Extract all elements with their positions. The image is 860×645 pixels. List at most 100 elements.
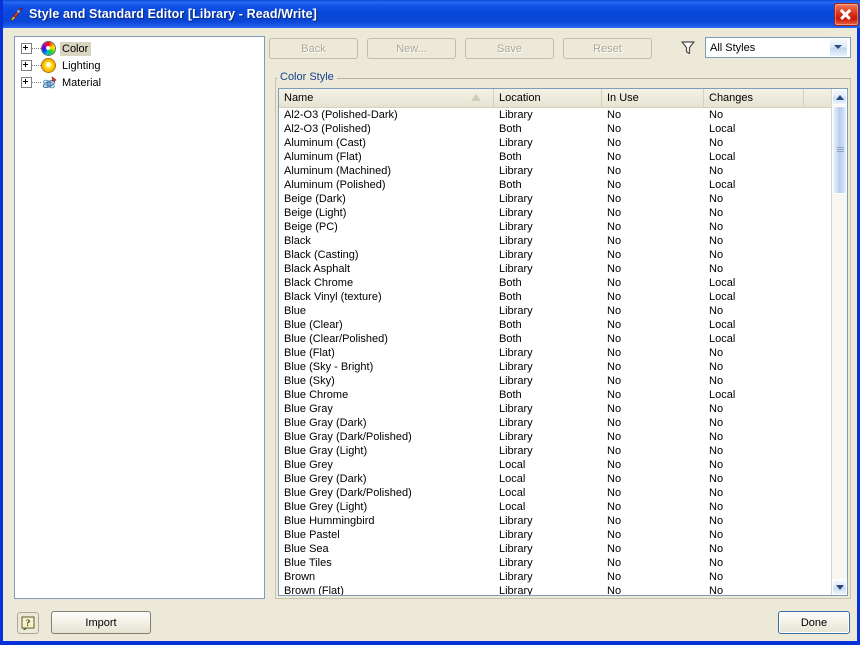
style-filter-dropdown[interactable]: All Styles xyxy=(705,37,851,58)
cell-in-use: No xyxy=(607,375,622,387)
cell-changes: No xyxy=(709,571,724,583)
back-button[interactable]: Back xyxy=(269,38,358,59)
close-icon[interactable] xyxy=(834,3,859,26)
style-type-tree[interactable]: Color Lighting Material xyxy=(14,36,265,599)
expander-plus-icon[interactable] xyxy=(21,77,32,88)
table-row[interactable]: Aluminum (Cast) Library No No xyxy=(279,136,832,150)
column-header-in-use[interactable]: In Use xyxy=(602,89,704,107)
cell-location: Library xyxy=(499,207,533,219)
table-row[interactable]: Al2-O3 (Polished-Dark) Library No No xyxy=(279,108,832,122)
table-row[interactable]: Black Chrome Both No Local xyxy=(279,276,832,290)
cell-changes: Local xyxy=(709,123,736,135)
cell-style-name: Blue (Flat) xyxy=(284,347,335,359)
tree-item-material[interactable]: Material xyxy=(15,74,264,91)
table-row[interactable]: Beige (Light) Library No No xyxy=(279,206,832,220)
table-row[interactable]: Beige (PC) Library No No xyxy=(279,220,832,234)
cell-in-use: No xyxy=(607,417,622,429)
table-row[interactable]: Blue Gray (Light) Library No No xyxy=(279,444,832,458)
cell-style-name: Blue (Clear/Polished) xyxy=(284,333,388,345)
table-row[interactable]: Blue (Flat) Library No No xyxy=(279,346,832,360)
table-row[interactable]: Blue Grey (Dark) Local No No xyxy=(279,472,832,486)
table-row[interactable]: Aluminum (Polished) Both No Local xyxy=(279,178,832,192)
cell-style-name: Blue Grey (Dark) xyxy=(284,473,367,485)
reset-button[interactable]: Reset xyxy=(563,38,652,59)
table-row[interactable]: Blue Tiles Library No No xyxy=(279,556,832,570)
table-row[interactable]: Blue Pastel Library No No xyxy=(279,528,832,542)
table-row[interactable]: Blue Grey (Dark/Polished) Local No No xyxy=(279,486,832,500)
cell-changes: No xyxy=(709,361,724,373)
tree-item-color[interactable]: Color xyxy=(15,40,264,57)
cell-style-name: Aluminum (Polished) xyxy=(284,179,386,191)
cell-style-name: Beige (Dark) xyxy=(284,193,346,205)
table-row[interactable]: Black Library No No xyxy=(279,234,832,248)
table-row[interactable]: Black Vinyl (texture) Both No Local xyxy=(279,290,832,304)
table-row[interactable]: Blue Hummingbird Library No No xyxy=(279,514,832,528)
table-row[interactable]: Blue Grey Local No No xyxy=(279,458,832,472)
cell-in-use: No xyxy=(607,585,622,596)
tree-item-lighting[interactable]: Lighting xyxy=(15,57,264,74)
cell-changes: No xyxy=(709,207,724,219)
table-row[interactable]: Blue (Clear) Both No Local xyxy=(279,318,832,332)
cell-changes: No xyxy=(709,137,724,149)
cell-location: Library xyxy=(499,263,533,275)
cell-in-use: No xyxy=(607,445,622,457)
help-button[interactable]: ? xyxy=(17,612,39,634)
table-row[interactable]: Aluminum (Flat) Both No Local xyxy=(279,150,832,164)
color-style-list[interactable]: Name Location In Use Changes Al2-O3 (Pol… xyxy=(278,88,848,596)
list-vertical-scrollbar[interactable] xyxy=(831,89,847,595)
save-button[interactable]: Save xyxy=(465,38,554,59)
cell-in-use: No xyxy=(607,333,622,345)
column-header-changes[interactable]: Changes xyxy=(704,89,804,107)
cell-in-use: No xyxy=(607,529,622,541)
table-row[interactable]: Black (Casting) Library No No xyxy=(279,248,832,262)
scroll-down-icon[interactable] xyxy=(832,579,847,595)
title-bar: Style and Standard Editor [Library - Rea… xyxy=(3,0,860,28)
table-row[interactable]: Blue Gray (Dark) Library No No xyxy=(279,416,832,430)
cell-location: Library xyxy=(499,235,533,247)
table-row[interactable]: Blue Grey (Light) Local No No xyxy=(279,500,832,514)
cell-changes: No xyxy=(709,109,724,121)
cell-changes: No xyxy=(709,305,724,317)
cell-changes: No xyxy=(709,417,724,429)
scroll-up-icon[interactable] xyxy=(832,89,847,105)
table-row[interactable]: Brown (Flat) Library No No xyxy=(279,584,832,596)
cell-changes: Local xyxy=(709,151,736,163)
table-row[interactable]: Blue (Sky) Library No No xyxy=(279,374,832,388)
cell-style-name: Aluminum (Machined) xyxy=(284,165,391,177)
table-row[interactable]: Blue Gray (Dark/Polished) Library No No xyxy=(279,430,832,444)
table-row[interactable]: Al2-O3 (Polished) Both No Local xyxy=(279,122,832,136)
column-header-name[interactable]: Name xyxy=(279,89,494,107)
cell-changes: No xyxy=(709,193,724,205)
tree-item-label: Material xyxy=(62,76,102,89)
table-row[interactable]: Blue Library No No xyxy=(279,304,832,318)
chevron-down-icon[interactable] xyxy=(829,38,848,57)
list-rows-viewport[interactable]: Al2-O3 (Polished-Dark) Library No No Al2-O3 … xyxy=(279,108,832,596)
new-button[interactable]: New... xyxy=(367,38,456,59)
svg-text:?: ? xyxy=(26,618,31,628)
table-row[interactable]: Blue (Sky - Bright) Library No No xyxy=(279,360,832,374)
table-row[interactable]: Blue Chrome Both No Local xyxy=(279,388,832,402)
cell-changes: Local xyxy=(709,389,736,401)
table-row[interactable]: Aluminum (Machined) Library No No xyxy=(279,164,832,178)
column-header-label: Name xyxy=(284,92,314,104)
tree-connector-line xyxy=(32,82,41,83)
table-row[interactable]: Brown Library No No xyxy=(279,570,832,584)
cell-style-name: Aluminum (Cast) xyxy=(284,137,366,149)
expander-plus-icon[interactable] xyxy=(21,43,32,54)
column-header-location[interactable]: Location xyxy=(494,89,602,107)
table-row[interactable]: Blue Sea Library No No xyxy=(279,542,832,556)
window-title: Style and Standard Editor [Library - Rea… xyxy=(29,7,317,21)
scrollbar-thumb[interactable] xyxy=(832,106,847,194)
cell-location: Library xyxy=(499,347,533,359)
cell-in-use: No xyxy=(607,515,622,527)
table-row[interactable]: Blue Gray Library No No xyxy=(279,402,832,416)
expander-plus-icon[interactable] xyxy=(21,60,32,71)
done-button[interactable]: Done xyxy=(778,611,850,634)
table-row[interactable]: Black Asphalt Library No No xyxy=(279,262,832,276)
import-button[interactable]: Import xyxy=(51,611,151,634)
cell-changes: No xyxy=(709,501,724,513)
table-row[interactable]: Beige (Dark) Library No No xyxy=(279,192,832,206)
cell-location: Library xyxy=(499,515,533,527)
cell-in-use: No xyxy=(607,431,622,443)
table-row[interactable]: Blue (Clear/Polished) Both No Local xyxy=(279,332,832,346)
